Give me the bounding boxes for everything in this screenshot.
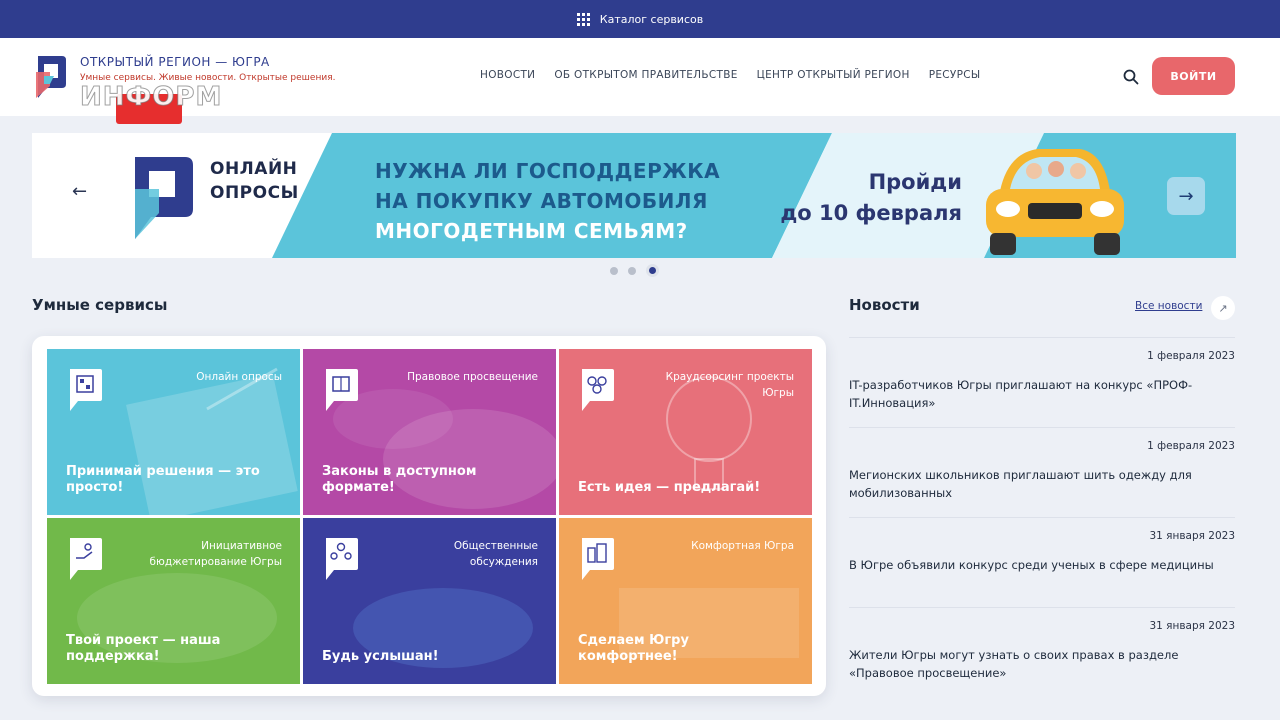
- law-book-icon: [326, 369, 358, 411]
- banner-next-button[interactable]: →: [1167, 177, 1205, 215]
- news-item[interactable]: 31 января 2023 В Югре объявили конкурс с…: [849, 517, 1235, 607]
- promo-banner[interactable]: ← ОНЛАЙН ОПРОСЫ НУЖНА ЛИ ГОСПОДДЕРЖКА НА…: [32, 133, 1236, 258]
- tile-title: Принимай решения — это просто!: [66, 464, 260, 495]
- news-headline[interactable]: В Югре объявили конкурс среди ученых в с…: [849, 556, 1235, 574]
- banner-prev-button[interactable]: ←: [72, 181, 87, 202]
- qr-poll-icon: [70, 369, 102, 411]
- service-tile-legal-education[interactable]: Правовое просвещение Законы в доступном …: [303, 349, 556, 515]
- service-tile-crowdsourcing[interactable]: Краудсорсинг проекты Югры Есть идея — пр…: [559, 349, 812, 515]
- tile-label: Комфортная Югра: [691, 540, 794, 552]
- nav-news[interactable]: НОВОСТИ: [480, 69, 535, 81]
- search-icon[interactable]: [1121, 67, 1141, 87]
- news-headline[interactable]: Мегионских школьников приглашают шить од…: [849, 466, 1235, 502]
- tile-title: Будь услышан!: [322, 649, 439, 664]
- tile-title: Твой проект — наша поддержка!: [66, 633, 221, 664]
- news-date: 31 января 2023: [1149, 620, 1235, 632]
- service-tile-comfortable-yugra[interactable]: Комфортная Югра Сделаем Югру комфортнее!: [559, 518, 812, 684]
- logo-icon[interactable]: [32, 54, 68, 100]
- site-header: ОТКРЫТЫЙ РЕГИОН — ЮГРА Умные сервисы. Жи…: [0, 38, 1280, 124]
- nav-open-region-center[interactable]: ЦЕНТР ОТКРЫТЫЙ РЕГИОН: [757, 69, 910, 81]
- people-group-icon: [582, 369, 614, 411]
- channel-watermark-text: ИНФОРМ: [79, 82, 223, 113]
- tile-label: Инициативное бюджетирование Югры: [149, 540, 282, 568]
- banner-question: НУЖНА ЛИ ГОСПОДДЕРЖКА НА ПОКУПКУ АВТОМОБ…: [375, 159, 721, 243]
- banner-online-polls: ОНЛАЙН ОПРОСЫ: [210, 159, 299, 203]
- tile-label: Общественные обсуждения: [453, 540, 538, 568]
- online-polls-logo-icon: [135, 157, 193, 239]
- service-catalog-bar[interactable]: Каталог сервисов: [0, 0, 1280, 38]
- news-list: 1 февраля 2023 IT-разработчиков Югры при…: [849, 337, 1235, 697]
- news-headline[interactable]: Жители Югры могут узнать о своих правах …: [849, 646, 1235, 682]
- news-headline[interactable]: IT-разработчиков Югры приглашают на конк…: [849, 376, 1235, 412]
- all-news-link[interactable]: Все новости: [1135, 300, 1202, 312]
- arrow-up-right-icon[interactable]: ↗: [1211, 296, 1235, 320]
- banner-dot-1[interactable]: [610, 266, 618, 275]
- tile-label: Краудсорсинг проекты Югры: [665, 371, 794, 399]
- login-button[interactable]: ВОЙТИ: [1152, 57, 1235, 95]
- service-tile-public-discussions[interactable]: Общественные обсуждения Будь услышан!: [303, 518, 556, 684]
- banner-dot-2[interactable]: [628, 266, 636, 275]
- news-title: Новости: [849, 296, 920, 314]
- tile-title: Сделаем Югру комфортнее!: [578, 633, 689, 664]
- city-buildings-icon: [582, 538, 614, 580]
- news-item[interactable]: 31 января 2023 Жители Югры могут узнать …: [849, 607, 1235, 697]
- main-nav: НОВОСТИ ОБ ОТКРЫТОМ ПРАВИТЕЛЬСТВЕ ЦЕНТР …: [480, 69, 980, 81]
- service-tile-initiative-budgeting[interactable]: Инициативное бюджетирование Югры Твой пр…: [47, 518, 300, 684]
- banner-dot-3-active[interactable]: [646, 264, 659, 277]
- news-date: 1 февраля 2023: [1147, 440, 1235, 452]
- news-item[interactable]: 1 февраля 2023 Мегионских школьников при…: [849, 427, 1235, 517]
- tile-title: Законы в доступном формате!: [322, 464, 477, 495]
- news-date: 31 января 2023: [1149, 530, 1235, 542]
- discussion-people-icon: [326, 538, 358, 580]
- nav-resources[interactable]: РЕСУРСЫ: [929, 69, 981, 81]
- service-catalog-label[interactable]: Каталог сервисов: [600, 13, 703, 26]
- tile-title: Есть идея — предлагай!: [578, 480, 761, 495]
- tile-label: Правовое просвещение: [407, 371, 538, 383]
- services-title: Умные сервисы: [32, 296, 168, 314]
- news-item[interactable]: 1 февраля 2023 IT-разработчиков Югры при…: [849, 337, 1235, 427]
- family-car-illustration: [986, 149, 1124, 255]
- hand-coins-icon: [70, 538, 102, 580]
- services-card: Онлайн опросы Принимай решения — это про…: [32, 336, 826, 696]
- grid-icon: [576, 12, 590, 26]
- news-date: 1 февраля 2023: [1147, 350, 1235, 362]
- tile-label: Онлайн опросы: [196, 371, 282, 383]
- services-grid: Онлайн опросы Принимай решения — это про…: [47, 349, 812, 684]
- banner-cta: Пройди до 10 февраля: [780, 170, 962, 225]
- banner-pagination: [610, 264, 659, 277]
- service-tile-online-polls[interactable]: Онлайн опросы Принимай решения — это про…: [47, 349, 300, 515]
- nav-open-government[interactable]: ОБ ОТКРЫТОМ ПРАВИТЕЛЬСТВЕ: [554, 69, 737, 81]
- brand-title[interactable]: ОТКРЫТЫЙ РЕГИОН — ЮГРА: [80, 55, 270, 69]
